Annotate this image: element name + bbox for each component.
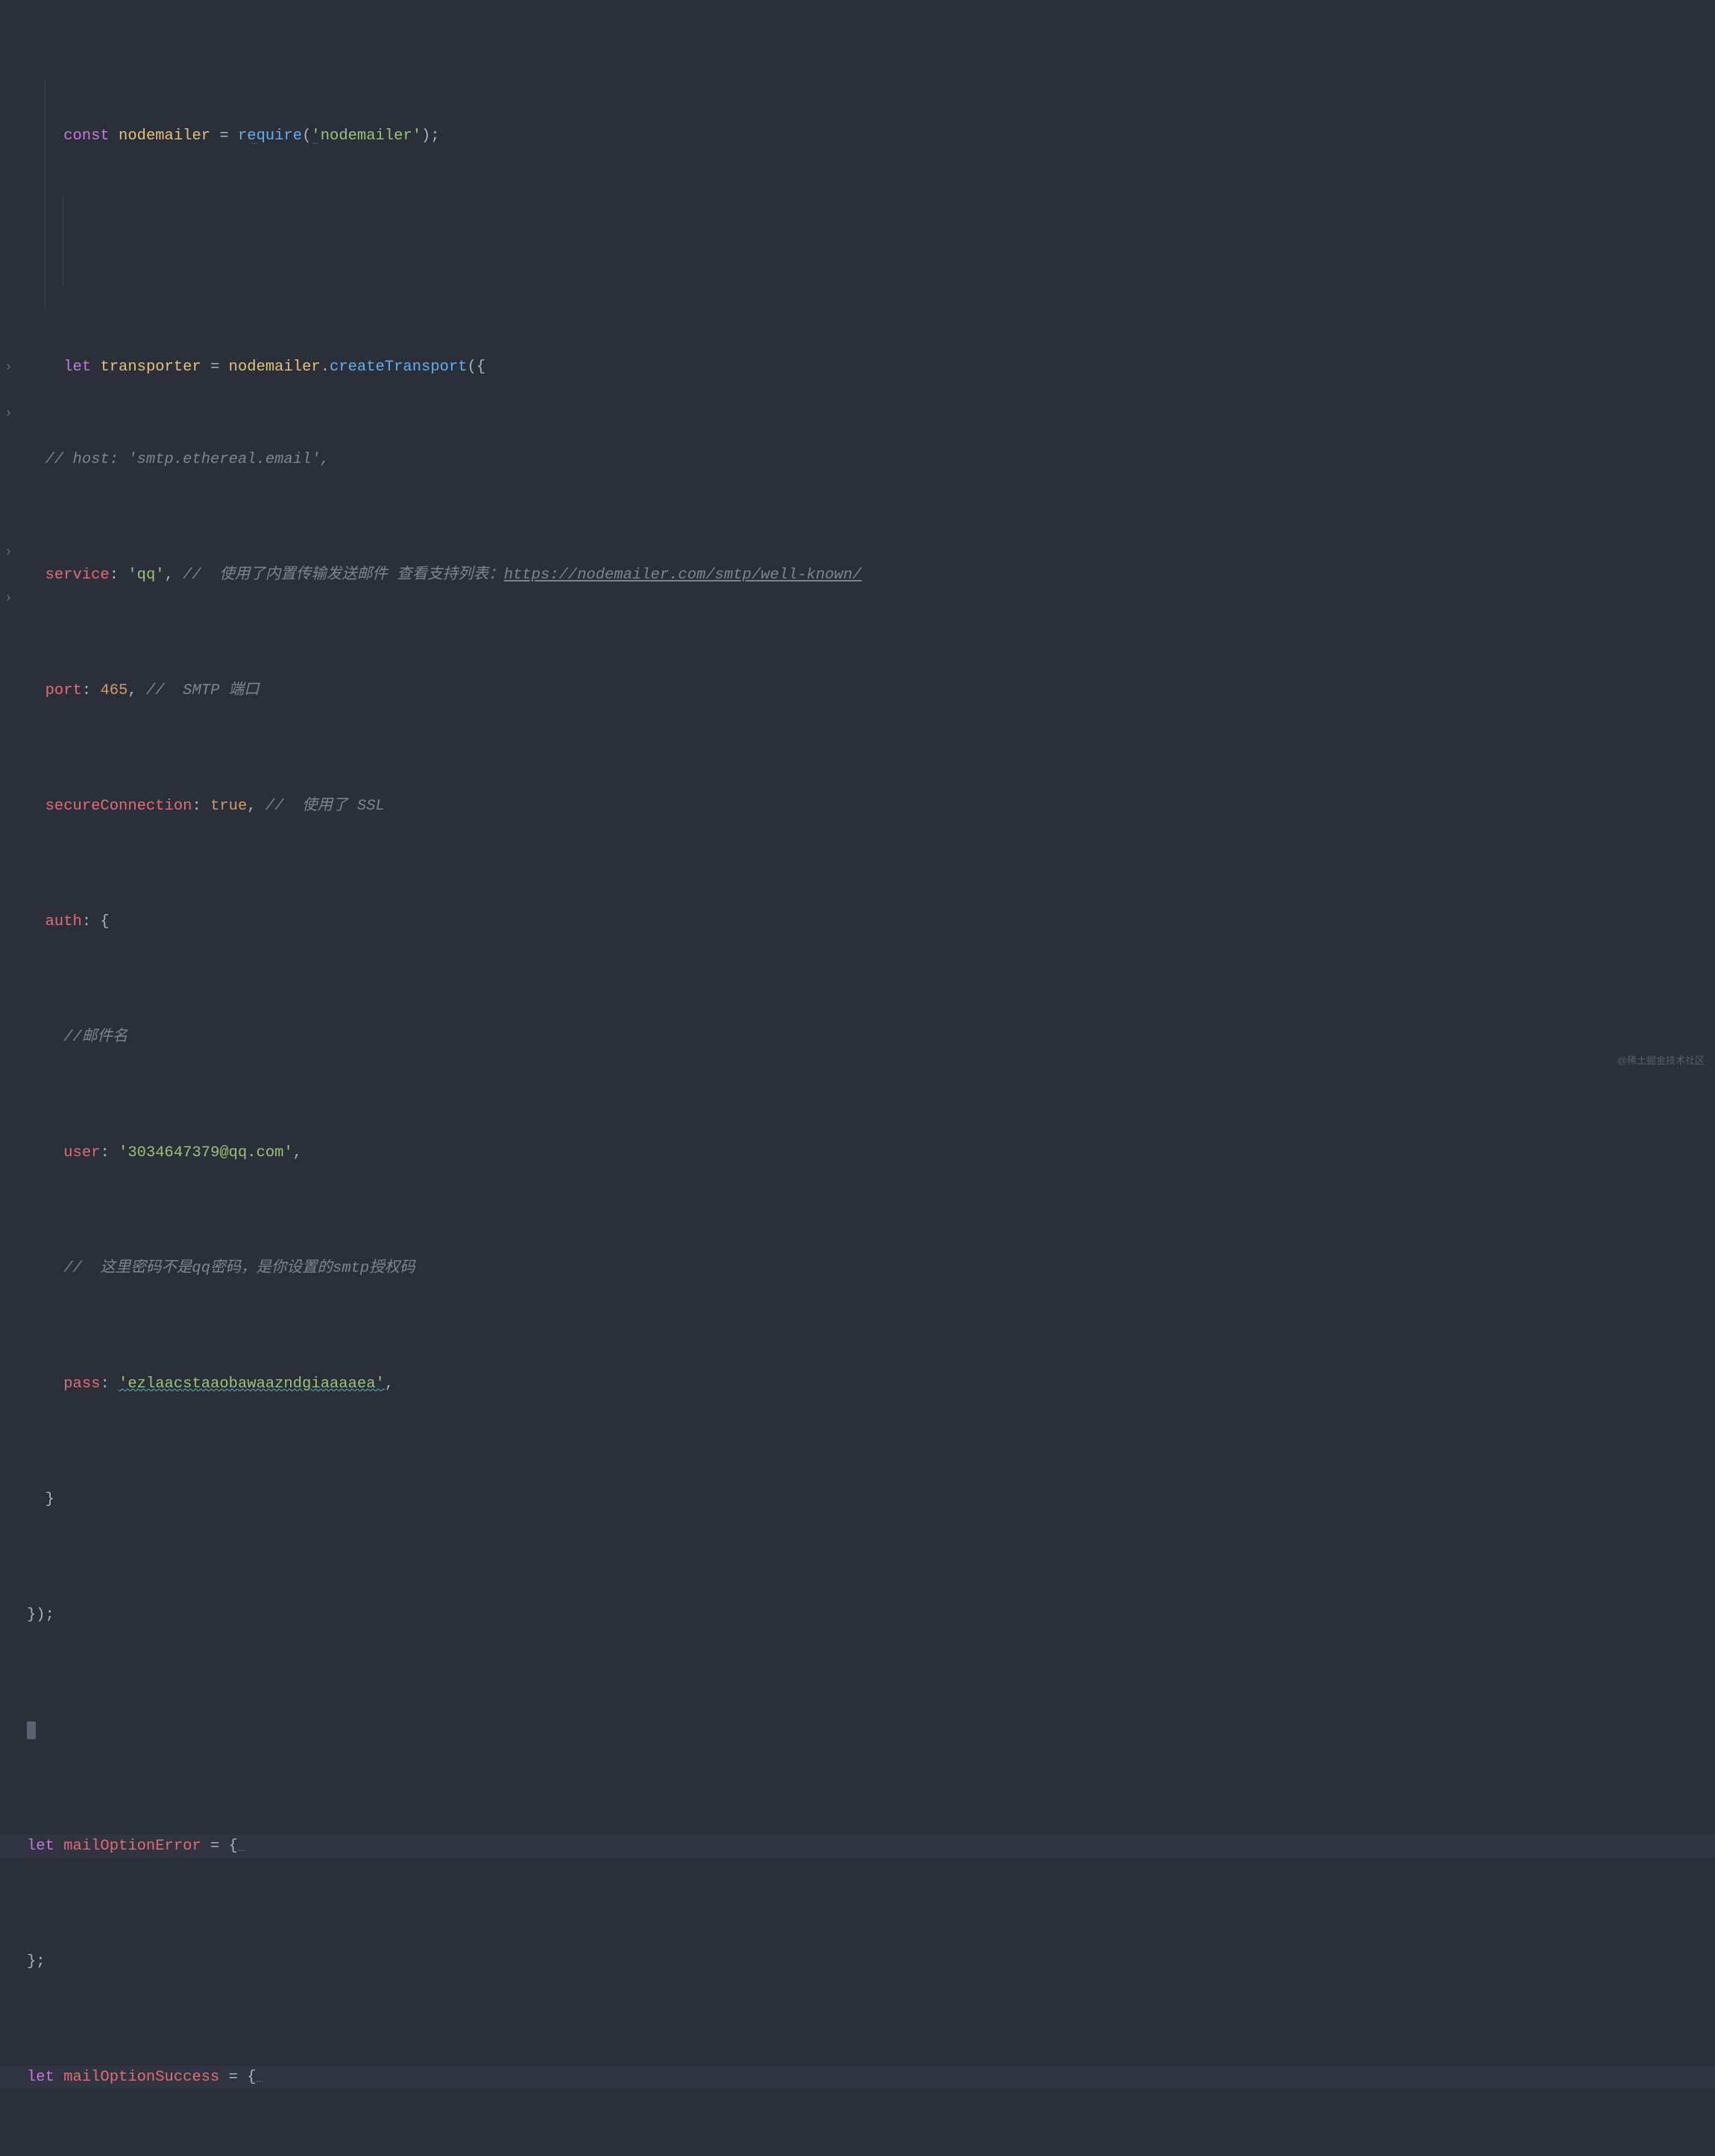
code-line[interactable]: pass: 'ezlaacstaaobawaazndgiaaaaea', bbox=[0, 1372, 1715, 1396]
code-line[interactable]: }; bbox=[0, 1950, 1715, 1973]
code-line[interactable] bbox=[0, 217, 1715, 240]
comment: // host: 'smtp.ethereal.email', bbox=[45, 451, 330, 468]
code-line[interactable]: }); bbox=[0, 1604, 1715, 1627]
watermark: @稀土掘金技术社区 bbox=[1617, 1049, 1705, 1072]
keyword-let: let bbox=[27, 1838, 54, 1855]
identifier-nodemailer: nodemailer bbox=[229, 359, 321, 376]
chevron-right-icon[interactable]: › bbox=[4, 541, 13, 564]
code-line[interactable]: // host: 'smtp.ethereal.email', bbox=[0, 448, 1715, 471]
code-line[interactable]: auth: { bbox=[0, 910, 1715, 933]
code-line-folded[interactable]: let mailOptionSuccess = {… bbox=[0, 2066, 1715, 2089]
fn-require: require bbox=[238, 127, 302, 145]
comment: //邮件名 bbox=[63, 1029, 128, 1046]
chevron-right-icon[interactable]: › bbox=[4, 403, 13, 426]
prop-port: port bbox=[45, 682, 82, 699]
fn-createTransport: createTransport bbox=[330, 359, 468, 376]
keyword-let: let bbox=[27, 2069, 54, 2086]
boolean-literal: true bbox=[210, 798, 247, 815]
prop-auth: auth bbox=[45, 913, 82, 930]
fold-ellipsis-icon[interactable]: … bbox=[257, 2073, 264, 2086]
code-editor[interactable]: const nodemailer = require…('nodemailer'… bbox=[0, 0, 1715, 2156]
prop-service: service bbox=[45, 567, 110, 584]
keyword-let: let bbox=[63, 359, 91, 376]
chevron-right-icon[interactable]: › bbox=[4, 587, 13, 611]
string-literal: 'nodemailer' bbox=[311, 127, 421, 145]
identifier-mailOptionSuccess: mailOptionSuccess bbox=[63, 2069, 219, 2086]
code-line[interactable]: //邮件名 bbox=[0, 1026, 1715, 1049]
string-literal: 'ezlaacstaaobawaazndgiaaaaea' bbox=[119, 1375, 385, 1393]
identifier-transporter: transporter bbox=[100, 359, 201, 376]
code-line[interactable]: secureConnection: true, // 使用了 SSL bbox=[0, 795, 1715, 818]
chevron-right-icon[interactable]: › bbox=[4, 356, 13, 379]
inlay-hint-icon: … bbox=[251, 130, 257, 154]
number-literal: 465 bbox=[100, 682, 128, 699]
code-line[interactable]: port: 465, // SMTP 端口 bbox=[0, 679, 1715, 702]
comment: // 使用了内置传输发送邮件 查看支持列表：https://nodemailer… bbox=[183, 567, 861, 584]
comment: // SMTP 端口 bbox=[146, 682, 259, 699]
comment: // 使用了 SSL bbox=[265, 798, 385, 815]
prop-pass: pass bbox=[63, 1375, 100, 1393]
code-line[interactable]: service: 'qq', // 使用了内置传输发送邮件 查看支持列表：htt… bbox=[0, 564, 1715, 587]
identifier-nodemailer: nodemailer bbox=[119, 127, 210, 145]
code-line[interactable]: const nodemailer = require…('nodemailer'… bbox=[0, 101, 1715, 124]
comment: // 这里密码不是qq密码，是你设置的smtp授权码 bbox=[63, 1260, 415, 1277]
code-line[interactable]: let transporter = nodemailer.createTrans… bbox=[0, 332, 1715, 356]
prop-user: user bbox=[63, 1144, 100, 1161]
fold-ellipsis-icon[interactable]: … bbox=[238, 1841, 245, 1855]
code-line[interactable]: user: '3034647379@qq.com', bbox=[0, 1141, 1715, 1164]
string-literal: '3034647379@qq.com' bbox=[119, 1144, 293, 1161]
code-line[interactable]: } bbox=[0, 1488, 1715, 1511]
prop-secureConnection: secureConnection bbox=[45, 798, 192, 815]
code-line[interactable] bbox=[0, 1719, 1715, 1742]
string-literal: 'qq' bbox=[128, 567, 164, 584]
cursor-icon bbox=[27, 1721, 36, 1739]
code-line[interactable]: // 这里密码不是qq密码，是你设置的smtp授权码 bbox=[0, 1257, 1715, 1280]
identifier-mailOptionError: mailOptionError bbox=[63, 1838, 201, 1855]
comment-url[interactable]: https://nodemailer.com/smtp/well-known/ bbox=[504, 567, 862, 584]
code-line-folded[interactable]: let mailOptionError = {… bbox=[0, 1835, 1715, 1858]
inlay-hint-icon: … bbox=[312, 130, 318, 154]
keyword-const: const bbox=[63, 127, 110, 145]
gutter: › › › › bbox=[0, 0, 21, 1078]
